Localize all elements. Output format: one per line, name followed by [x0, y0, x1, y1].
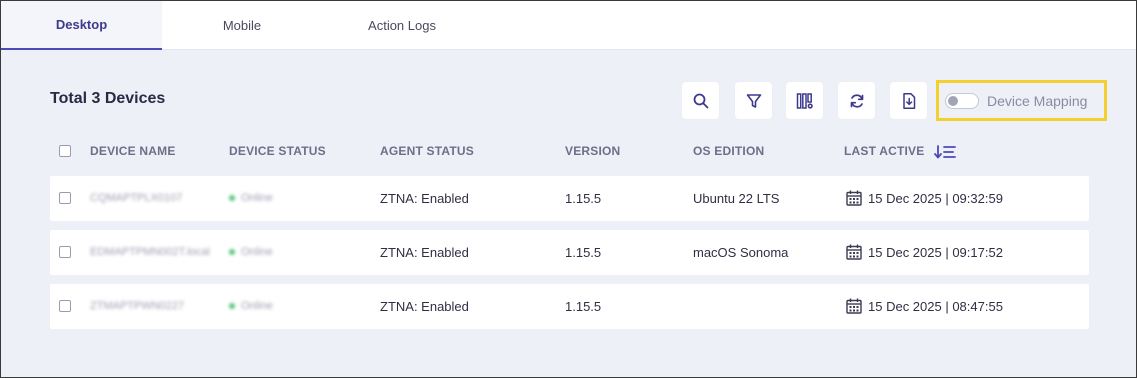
last-active: 15 Dec 2025 | 09:17:52: [846, 244, 1003, 262]
tab-action-logs[interactable]: Action Logs: [322, 1, 482, 50]
version: 1.15.5: [565, 191, 602, 206]
agent-status: ZTNA: Enabled: [380, 245, 469, 260]
search-icon: [693, 93, 708, 108]
device-status: Online: [229, 192, 273, 204]
tab-desktop[interactable]: Desktop: [1, 1, 162, 50]
toggle-knob: [948, 95, 958, 106]
sort-descending-icon[interactable]: [934, 144, 956, 159]
last-active-text: 15 Dec 2025 | 09:17:52: [868, 245, 1003, 260]
agent-status: ZTNA: Enabled: [380, 299, 469, 314]
column-settings-button[interactable]: [786, 82, 823, 119]
column-header-device-status[interactable]: DEVICE STATUS: [229, 144, 326, 158]
last-active: 15 Dec 2025 | 08:47:55: [846, 298, 1003, 316]
device-mapping-label: Device Mapping: [987, 92, 1088, 109]
table-row[interactable]: EDMAPTPMN002T.local Online ZTNA: Enabled…: [50, 230, 1089, 275]
column-header-last-active[interactable]: LAST ACTIVE: [844, 144, 956, 159]
online-status-dot: [229, 249, 235, 256]
os-edition: Ubuntu 22 LTS: [693, 191, 780, 206]
calendar-icon: [846, 190, 862, 206]
os-edition: macOS Sonoma: [693, 245, 789, 260]
calendar-icon: [846, 298, 862, 314]
filter-button[interactable]: [735, 82, 772, 119]
calendar-icon: [846, 244, 862, 260]
row-checkbox[interactable]: [59, 300, 71, 312]
device-mapping-toggle[interactable]: [945, 92, 979, 109]
version: 1.15.5: [565, 245, 602, 260]
device-status-text: Online: [241, 300, 273, 312]
device-name[interactable]: CQMAPTPLX0107: [90, 192, 182, 204]
device-name[interactable]: EDMAPTPMN002T.local: [90, 246, 210, 258]
table-header: DEVICE NAME DEVICE STATUS AGENT STATUS V…: [50, 137, 1089, 165]
filter-icon: [746, 93, 761, 108]
last-active-text: 15 Dec 2025 | 08:47:55: [868, 299, 1003, 314]
device-list-panel: Desktop Mobile Action Logs Total 3 Devic…: [0, 0, 1137, 378]
column-header-os-edition[interactable]: OS EDITION: [693, 144, 764, 158]
table-row[interactable]: CQMAPTPLX0107 Online ZTNA: Enabled 1.15.…: [50, 176, 1089, 221]
column-header-last-active-label: LAST ACTIVE: [844, 144, 925, 158]
row-checkbox[interactable]: [59, 246, 71, 258]
export-icon: [902, 92, 915, 109]
tab-bar: Desktop Mobile Action Logs: [1, 1, 1136, 50]
device-status: Online: [229, 246, 273, 258]
table-row[interactable]: ZTMAPTPWN0227 Online ZTNA: Enabled 1.15.…: [50, 284, 1089, 329]
refresh-button[interactable]: [838, 82, 875, 119]
row-checkbox[interactable]: [59, 192, 71, 204]
last-active: 15 Dec 2025 | 09:32:59: [846, 190, 1003, 208]
online-status-dot: [229, 195, 235, 202]
agent-status: ZTNA: Enabled: [380, 191, 469, 206]
online-status-dot: [229, 303, 235, 310]
device-status-text: Online: [241, 192, 273, 204]
device-mapping-control: Device Mapping: [936, 80, 1107, 121]
refresh-icon: [850, 93, 863, 108]
device-status: Online: [229, 300, 273, 312]
tab-mobile[interactable]: Mobile: [162, 1, 322, 50]
column-header-agent-status[interactable]: AGENT STATUS: [380, 144, 474, 158]
last-active-text: 15 Dec 2025 | 09:32:59: [868, 191, 1003, 206]
version: 1.15.5: [565, 299, 602, 314]
export-button[interactable]: [890, 82, 927, 119]
device-status-text: Online: [241, 246, 273, 258]
device-name[interactable]: ZTMAPTPWN0227: [90, 300, 184, 312]
select-all-checkbox[interactable]: [59, 145, 71, 157]
search-button[interactable]: [682, 82, 719, 119]
column-header-version[interactable]: VERSION: [565, 144, 620, 158]
column-settings-icon: [796, 92, 813, 109]
column-header-device-name[interactable]: DEVICE NAME: [90, 144, 176, 158]
page-title: Total 3 Devices: [50, 90, 166, 107]
